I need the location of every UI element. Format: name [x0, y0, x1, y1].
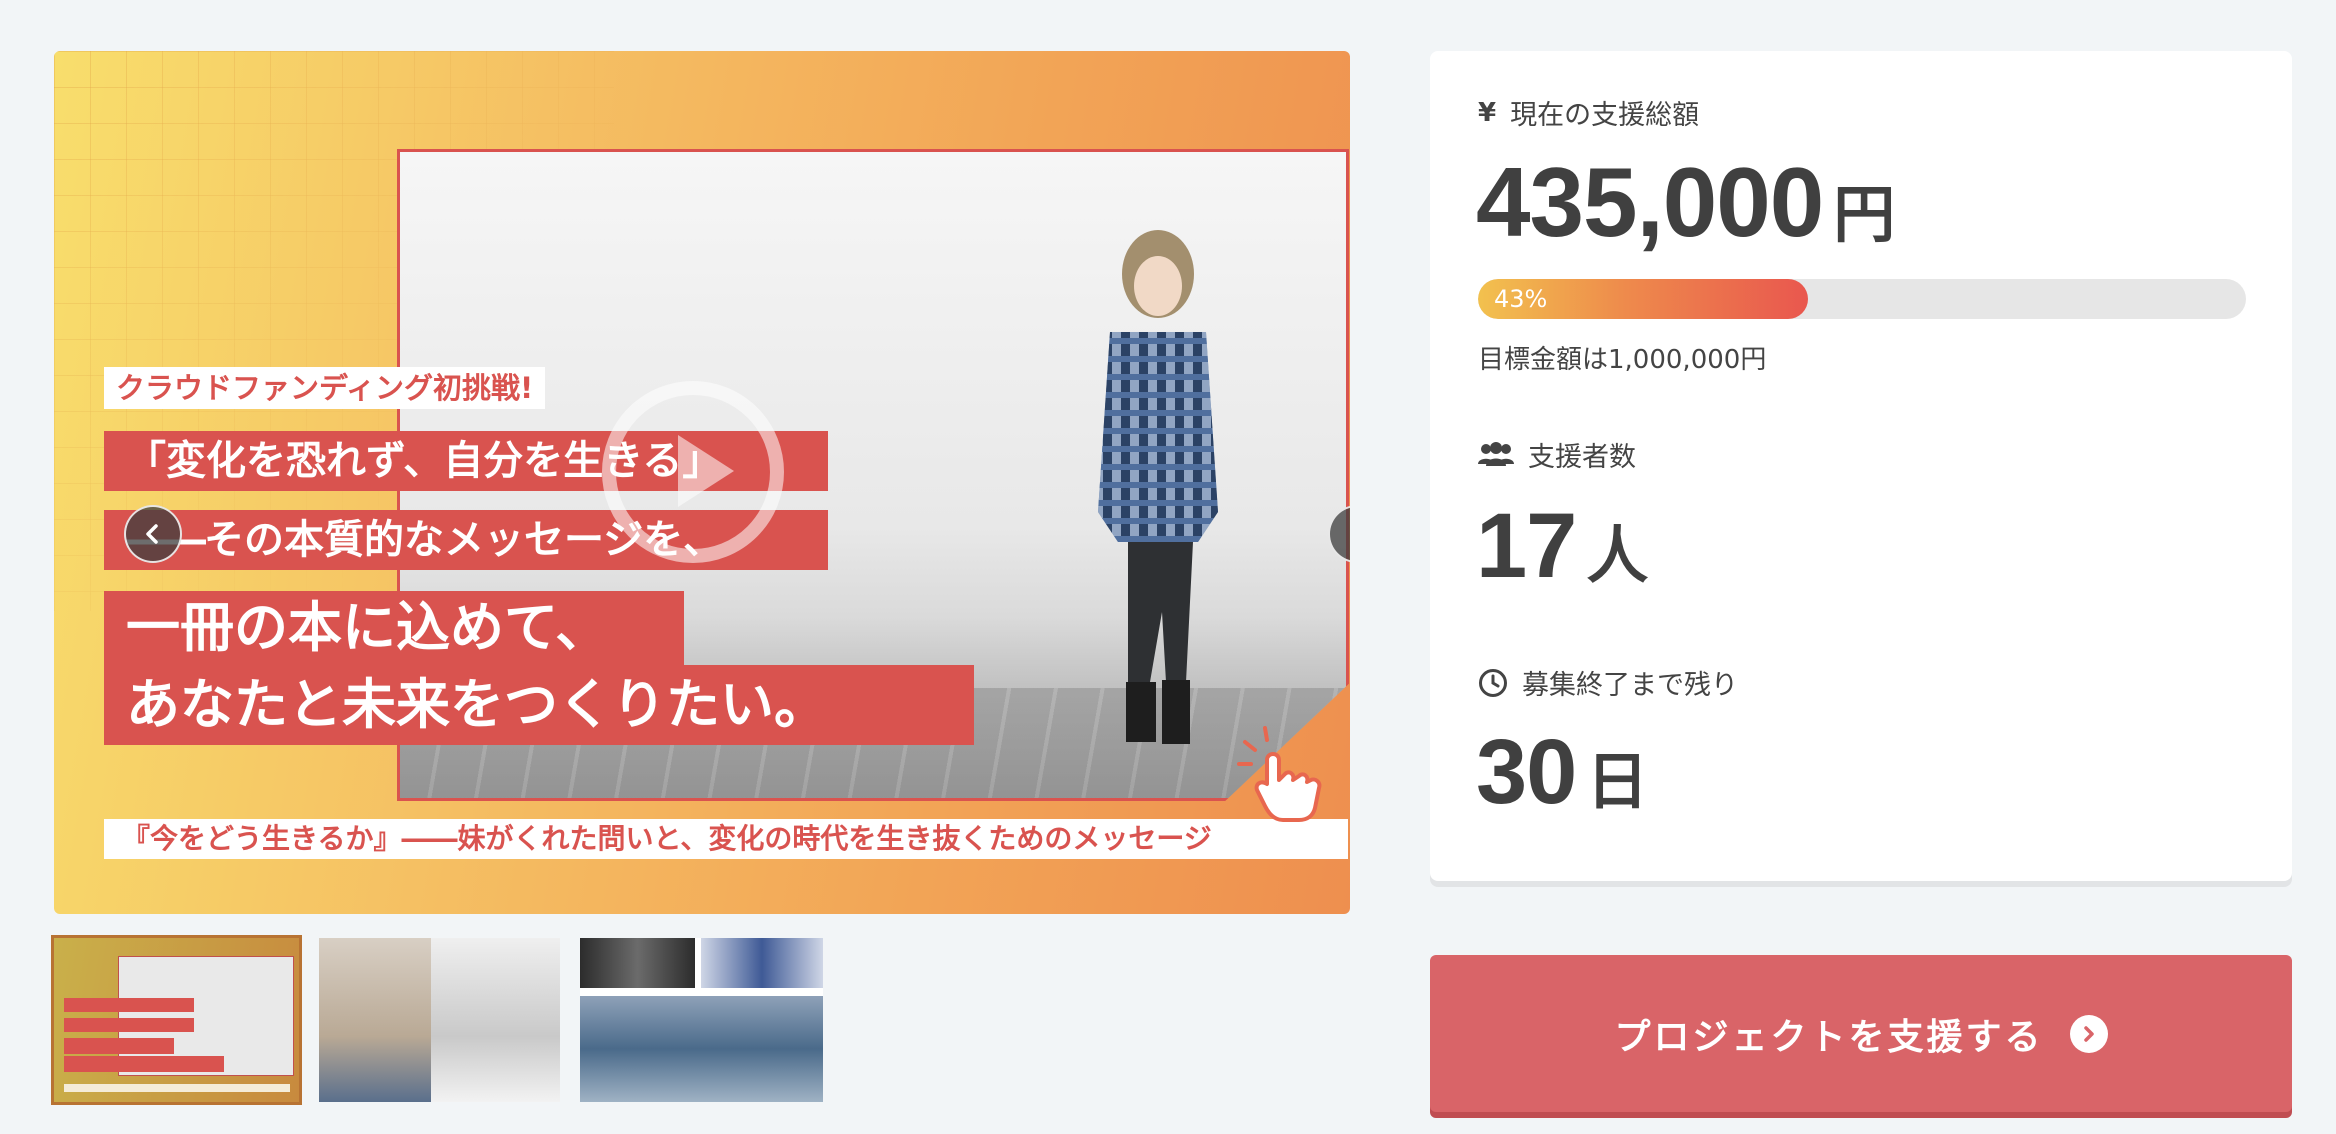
- thumbnail-text-bar: [64, 1018, 194, 1032]
- hero-subtitle: 『今をどう生きるか』――妹がくれた問いと、変化の時代を生き抜くためのメッセージ: [104, 819, 1348, 859]
- chevron-circle-right-icon: [2069, 1014, 2108, 1053]
- goal-amount: 目標金額は1,000,000円: [1478, 345, 1767, 375]
- thumbnail-main-visual[interactable]: [51, 935, 302, 1105]
- thumbnail-text-bar: [64, 1038, 174, 1054]
- portrait-photo: [319, 938, 431, 1102]
- supporters-value-row: 17 人: [1476, 491, 1648, 611]
- hero-headline-4: あなたと未来をつくりたい。: [104, 665, 974, 745]
- pointing-hand-icon: [1232, 719, 1342, 829]
- thumbnail-group-photos[interactable]: [580, 938, 823, 1102]
- amount-unit: 円: [1833, 178, 1896, 251]
- amount-value-row: 435,000 円: [1476, 147, 1895, 270]
- progress-percent: 43%: [1494, 285, 1548, 313]
- remaining-value: 30: [1476, 721, 1577, 823]
- support-project-label: プロジェクトを支援する: [1614, 1016, 2044, 1058]
- remaining-label: 募集終了まで残り: [1522, 670, 1738, 701]
- thumbnail-text-bar: [64, 998, 194, 1012]
- support-project-button[interactable]: プロジェクトを支援する: [1430, 955, 2292, 1112]
- amount-label-row: ¥ 現在の支援総額: [1478, 93, 1699, 132]
- funding-stats-card: ¥ 現在の支援総額 435,000 円 43% 目標金額は1,000,000円 支…: [1430, 51, 2292, 881]
- thumbnail-text-bar: [64, 1056, 224, 1072]
- person-figure: [1098, 230, 1218, 744]
- play-icon[interactable]: [602, 381, 784, 563]
- supporters-label-row: 支援者数: [1478, 435, 1636, 474]
- remaining-label-row: 募集終了まで残り: [1478, 663, 1738, 702]
- users-icon: [1478, 441, 1514, 466]
- amount-label: 現在の支援総額: [1510, 100, 1700, 131]
- thumbnail-text-bar: [64, 1084, 290, 1092]
- group-photo: [580, 996, 823, 1102]
- portrait-photo: [431, 938, 560, 1102]
- supporters-unit: 人: [1586, 519, 1649, 592]
- chevron-right-icon: [1345, 522, 1350, 546]
- funding-progress-bar: 43%: [1478, 279, 2246, 319]
- project-main-visual[interactable]: クラウドファンディング初挑戦! 「変化を恐れず、自分を生きる」 ―― その本質的…: [54, 51, 1350, 914]
- remaining-unit: 日: [1586, 745, 1649, 818]
- hero-badge: クラウドファンディング初挑戦!: [104, 367, 546, 409]
- hero-headline-3: 一冊の本に込めて、: [104, 591, 684, 665]
- chevron-left-icon: [146, 524, 158, 544]
- supporters-label: 支援者数: [1528, 442, 1636, 473]
- funding-progress-fill: 43%: [1478, 279, 1809, 319]
- amount-value: 435,000: [1476, 147, 1824, 257]
- yen-icon: ¥: [1478, 97, 1497, 128]
- clock-icon: [1479, 668, 1507, 697]
- remaining-value-row: 30 日: [1476, 717, 1648, 837]
- supporters-value: 17: [1476, 495, 1577, 597]
- group-photo: [580, 938, 695, 988]
- group-photo: [701, 938, 823, 988]
- thumbnail-portraits[interactable]: [319, 938, 560, 1102]
- carousel-prev-button[interactable]: [124, 505, 182, 563]
